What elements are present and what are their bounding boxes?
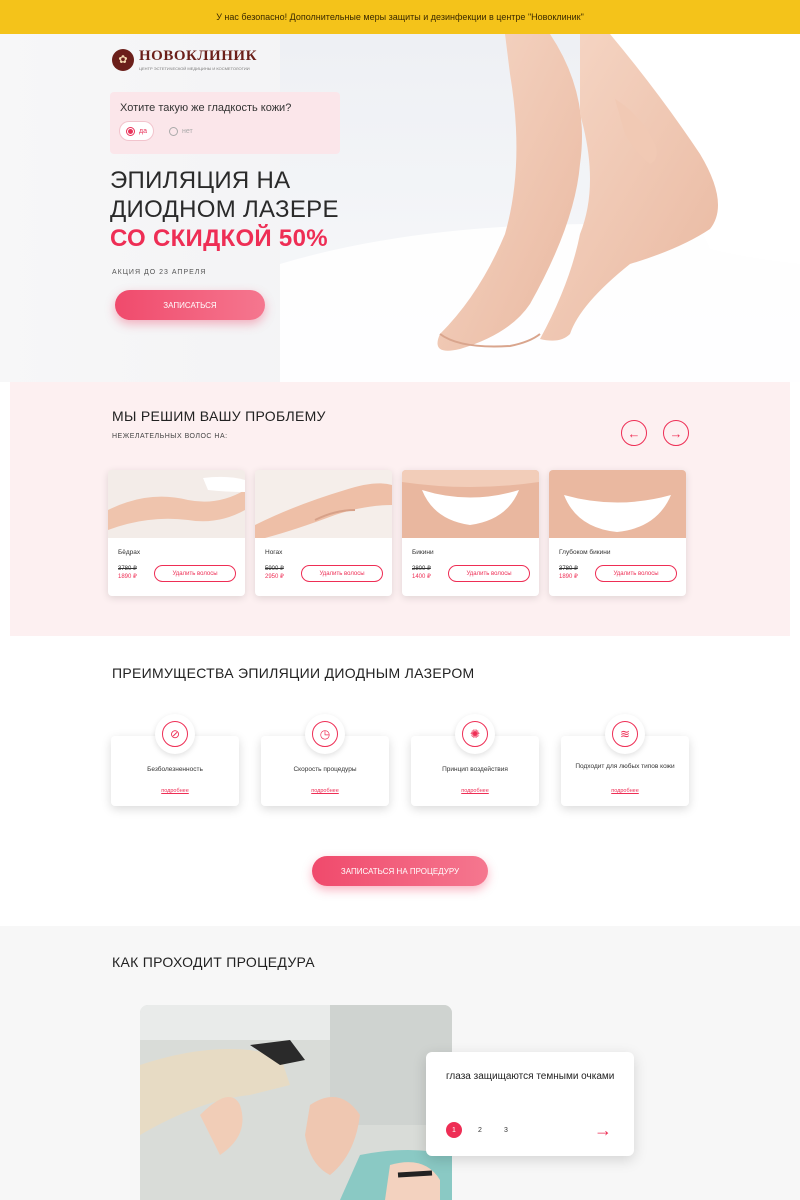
card-name: Бёдрах	[118, 549, 141, 556]
book-procedure-button[interactable]: ЗАПИСАТЬСЯ НА ПРОЦЕДУРУ	[312, 856, 488, 886]
announcement-text: У нас безопасно! Дополнительные меры защ…	[216, 12, 584, 22]
service-card: Бёдрах 3780 ₽ 1890 ₽ Удалить волосы	[108, 470, 245, 596]
procedure-photo	[140, 1005, 452, 1200]
card-old-price: 2800 ₽	[412, 566, 431, 572]
hero-title: ЭПИЛЯЦИЯ НА ДИОДНОМ ЛАЗЕРЕ СО СКИДКОЙ 50…	[110, 166, 339, 253]
skin-layers-icon: ≋	[612, 721, 638, 747]
arrow-right-icon: →	[669, 425, 683, 441]
quiz-option-no[interactable]: нет	[163, 122, 199, 140]
card-photo-deep-bikini	[549, 470, 686, 538]
card-photo-legs	[255, 470, 392, 538]
step-pagination: 1 2 3	[446, 1122, 514, 1138]
stopwatch-icon: ◷	[312, 721, 338, 747]
logo[interactable]: ✿ НОВОКЛИНИК ЦЕНТР ЭСТЕТИЧЕСКОЙ МЕДИЦИНЫ…	[112, 48, 257, 71]
advantage-card: ◷ Скорость процедуры подробнее	[261, 714, 389, 806]
announcement-bar: У нас безопасно! Дополнительные меры защ…	[0, 0, 800, 34]
logo-name: НОВОКЛИНИК	[139, 48, 257, 64]
promo-note: АКЦИЯ ДО 23 АПРЕЛЯ	[112, 269, 207, 276]
hero-title-accent: СО СКИДКОЙ 50%	[110, 225, 328, 252]
procedure-step-card: глаза защищаются темными очками 1 2 3 →	[426, 1052, 634, 1156]
advantages-title: ПРЕИМУЩЕСТВА ЭПИЛЯЦИИ ДИОДНЫМ ЛАЗЕРОМ	[112, 665, 475, 681]
advantage-card: ✺ Принцип воздействия подробнее	[411, 714, 539, 806]
hero-title-line2: ДИОДНОМ ЛАЗЕРЕ	[110, 196, 339, 223]
advantage-label: Скорость процедуры	[293, 766, 357, 773]
card-name: Ногах	[265, 549, 283, 556]
logo-mark-icon: ✿	[112, 48, 134, 71]
quiz-box: Хотите такую же гладкость кожи? да нет	[110, 92, 340, 154]
radio-selected-icon	[126, 126, 135, 136]
procedure-step-text: глаза защищаются темными очками	[446, 1071, 615, 1082]
service-card: Глубоком бикини 3780 ₽ 1890 ₽ Удалить во…	[549, 470, 686, 596]
quiz-option-yes[interactable]: да	[120, 122, 153, 140]
advantage-label: Подходит для любых типов кожи	[575, 763, 675, 770]
problems-title: МЫ РЕШИМ ВАШУ ПРОБЛЕМУ	[112, 408, 326, 424]
hero-title-line1: ЭПИЛЯЦИЯ НА	[110, 167, 291, 194]
step-dot-active[interactable]: 1	[446, 1122, 462, 1138]
details-link[interactable]: подробнее	[561, 788, 689, 794]
logo-subtitle: ЦЕНТР ЭСТЕТИЧЕСКОЙ МЕДИЦИНЫ И КОСМЕТОЛОГ…	[139, 66, 250, 71]
service-card: Бикини 2800 ₽ 1400 ₽ Удалить волосы	[402, 470, 539, 596]
advantage-label: Безболезненность	[147, 766, 203, 773]
card-old-price: 3780 ₽	[559, 566, 578, 572]
service-card: Ногах 5900 ₽ 2950 ₽ Удалить волосы	[255, 470, 392, 596]
card-new-price: 1890 ₽	[559, 574, 578, 580]
remove-hair-button[interactable]: Удалить волосы	[448, 565, 530, 582]
radio-empty-icon	[168, 126, 178, 136]
card-old-price: 5900 ₽	[265, 566, 284, 572]
advantage-card: ≋ Подходит для любых типов кожи подробне…	[561, 714, 689, 806]
card-old-price: 3780 ₽	[118, 566, 137, 572]
details-link[interactable]: подробнее	[261, 788, 389, 794]
step-dot[interactable]: 3	[498, 1122, 514, 1138]
remove-hair-button[interactable]: Удалить волосы	[301, 565, 383, 582]
card-photo-bikini	[402, 470, 539, 538]
card-new-price: 1890 ₽	[118, 574, 137, 580]
card-name: Глубоком бикини	[559, 549, 611, 556]
quiz-option-label: нет	[181, 127, 193, 135]
arrow-left-icon: ←	[627, 425, 641, 441]
card-new-price: 1400 ₽	[412, 574, 431, 580]
advantage-card: ⊘ Безболезненность подробнее	[111, 714, 239, 806]
no-pain-icon: ⊘	[162, 721, 188, 747]
hero-section: ✿ НОВОКЛИНИК ЦЕНТР ЭСТЕТИЧЕСКОЙ МЕДИЦИНЫ…	[0, 34, 800, 382]
laser-icon: ✺	[462, 721, 488, 747]
details-link[interactable]: подробнее	[111, 788, 239, 794]
details-link[interactable]: подробнее	[411, 788, 539, 794]
remove-hair-button[interactable]: Удалить волосы	[154, 565, 236, 582]
procedure-title: КАК ПРОХОДИТ ПРОЦЕДУРА	[112, 954, 315, 970]
prev-arrow-button[interactable]: ←	[621, 420, 647, 446]
remove-hair-button[interactable]: Удалить волосы	[595, 565, 677, 582]
step-dot[interactable]: 2	[472, 1122, 488, 1138]
next-arrow-button[interactable]: →	[663, 420, 689, 446]
quiz-option-label: да	[139, 127, 147, 135]
advantage-label: Принцип воздействия	[442, 766, 508, 773]
problems-subtitle: НЕЖЕЛАТЕЛЬНЫХ ВОЛОС НА:	[112, 433, 228, 440]
card-name: Бикини	[412, 549, 434, 556]
quiz-question: Хотите такую же гладкость кожи?	[120, 102, 292, 114]
card-photo-thighs	[108, 470, 245, 538]
hero-photo	[280, 34, 800, 382]
next-step-arrow-icon[interactable]: →	[594, 1121, 612, 1139]
card-new-price: 2950 ₽	[265, 574, 284, 580]
signup-button[interactable]: ЗАПИСАТЬСЯ	[115, 290, 265, 320]
